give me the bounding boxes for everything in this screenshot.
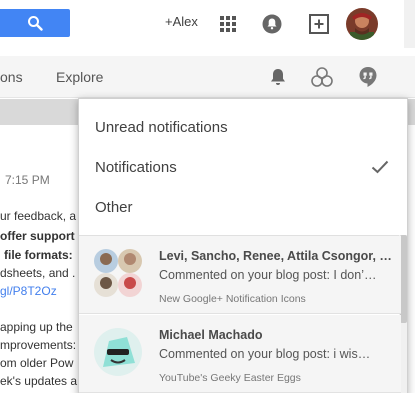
post-line: ur feedback, a	[0, 209, 77, 223]
post-line: offer support	[0, 229, 75, 243]
post-line: om older Pow	[0, 356, 74, 370]
avatar[interactable]	[346, 8, 378, 40]
share-box-icon[interactable]	[308, 13, 330, 35]
nav-item-collections[interactable]: ons	[0, 69, 23, 85]
circles-icon[interactable]	[311, 66, 333, 88]
top-bar: +Alex	[0, 0, 415, 48]
post-timestamp: 7:15 PM	[5, 173, 50, 187]
notification-source: YouTube's Geeky Easter Eggs	[159, 372, 301, 384]
menu-item-notifications[interactable]: Notifications	[95, 159, 177, 176]
apps-grid-icon[interactable]	[219, 15, 237, 33]
notification-title: Michael Machado	[159, 328, 263, 342]
notification-source: New Google+ Notification Icons	[159, 293, 306, 305]
menu-item-other[interactable]: Other	[95, 199, 133, 216]
user-avatar	[93, 327, 143, 377]
search-icon	[28, 16, 43, 31]
notification-bell-icon[interactable]	[262, 14, 282, 34]
plus-user-link[interactable]: +Alex	[165, 14, 198, 29]
notification-body: Commented on your blog post: I don’…	[159, 268, 377, 282]
page-scrollbar[interactable]	[404, 0, 415, 48]
notifications-bell-icon[interactable]	[268, 67, 288, 87]
group-avatar	[93, 248, 143, 298]
post-line: mprovements:	[0, 338, 77, 352]
search-button[interactable]	[0, 9, 70, 37]
nav-bar: ons Explore	[0, 56, 415, 98]
notification-item[interactable]: Michael Machado Commented on your blog p…	[79, 315, 401, 393]
menu-item-unread-notifications[interactable]: Unread notifications	[95, 119, 228, 136]
post-line: file formats:	[4, 248, 73, 262]
dropdown-scrollbar[interactable]	[400, 235, 407, 323]
post-line: apping up the	[0, 320, 73, 334]
post-line: ek's updates a	[0, 374, 78, 388]
notification-item[interactable]: Levi, Sancho, Renee, Attila Csongor, … C…	[79, 236, 401, 314]
hangouts-icon[interactable]	[358, 66, 378, 88]
post-link[interactable]: gl/P8T2Oz	[0, 284, 57, 298]
notification-body: Commented on your blog post: i wis…	[159, 347, 371, 361]
checkmark-icon	[371, 160, 389, 174]
notifications-dropdown: Unread notifications Notifications Other…	[78, 98, 408, 393]
nav-item-explore[interactable]: Explore	[56, 69, 103, 85]
post-line: dsheets, and .	[0, 266, 76, 280]
notification-title: Levi, Sancho, Renee, Attila Csongor, …	[159, 249, 392, 263]
